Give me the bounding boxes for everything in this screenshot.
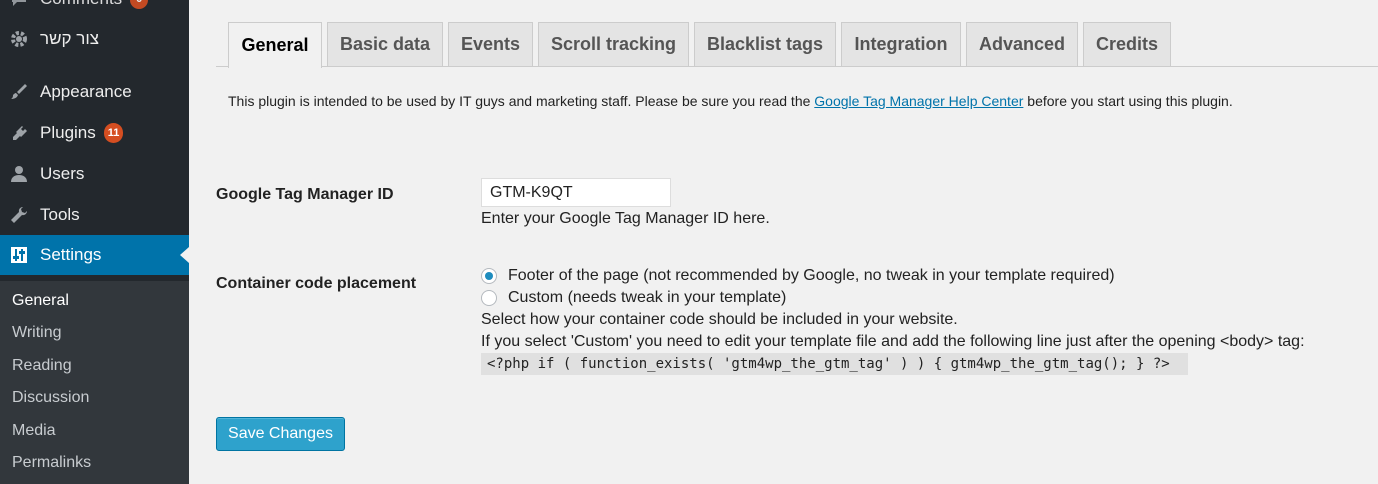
tab-integration[interactable]: Integration bbox=[841, 22, 961, 66]
radio-selected-dot bbox=[485, 272, 493, 280]
help-center-link[interactable]: Google Tag Manager Help Center bbox=[814, 93, 1023, 109]
intro-text: This plugin is intended to be used by IT… bbox=[228, 93, 1233, 109]
sidebar-item-label: Comments bbox=[40, 0, 122, 9]
custom-radio[interactable] bbox=[481, 290, 497, 306]
sidebar-item-label: צור קשר bbox=[40, 29, 100, 48]
sidebar-item-label: Users bbox=[40, 164, 85, 183]
sidebar-item-label: Tools bbox=[40, 205, 80, 224]
gtm-code-snippet: <?php if ( function_exists( 'gtm4wp_the_… bbox=[481, 353, 1188, 375]
submenu-item-permalinks[interactable]: Permalinks bbox=[12, 454, 91, 472]
sidebar-item-label: Settings bbox=[40, 245, 102, 264]
tab-basic-data[interactable]: Basic data bbox=[327, 22, 443, 66]
tab-general[interactable]: General bbox=[228, 22, 322, 68]
submenu-item-discussion[interactable]: Discussion bbox=[12, 389, 89, 407]
sidebar-item-label: Appearance bbox=[40, 82, 132, 101]
comment-icon bbox=[8, 0, 30, 10]
gtm-id-label: Google Tag Manager ID bbox=[216, 186, 394, 203]
sidebar-item-plugins[interactable]: Plugins 11 bbox=[0, 113, 189, 153]
plugin-icon bbox=[8, 122, 30, 144]
tab-blacklist-tags[interactable]: Blacklist tags bbox=[694, 22, 836, 66]
sidebar-item-users[interactable]: Users bbox=[0, 154, 189, 194]
wrench-icon bbox=[8, 204, 30, 226]
sidebar-item-comments[interactable]: Comments 0 bbox=[0, 0, 189, 19]
placement-custom-hint: If you select 'Custom' you need to edit … bbox=[481, 333, 1305, 350]
sidebar-item-contact[interactable]: צור קשר bbox=[0, 19, 189, 59]
plugins-update-badge: 11 bbox=[103, 123, 124, 143]
placement-description: Select how your container code should be… bbox=[481, 311, 958, 328]
paintbrush-icon bbox=[8, 81, 30, 103]
submenu-item-writing[interactable]: Writing bbox=[12, 324, 62, 342]
placement-option-custom[interactable]: Custom (needs tweak in your template) bbox=[481, 289, 786, 307]
user-icon bbox=[8, 163, 30, 185]
save-changes-button[interactable]: Save Changes bbox=[216, 417, 345, 451]
settings-submenu: General Writing Reading Discussion Media… bbox=[0, 281, 189, 484]
submenu-item-reading[interactable]: Reading bbox=[12, 357, 72, 375]
admin-sidebar: Comments 0 צור קשר Appearance Plugins 11… bbox=[0, 0, 189, 484]
tab-events[interactable]: Events bbox=[448, 22, 533, 66]
placement-option-footer[interactable]: Footer of the page (not recommended by G… bbox=[481, 267, 1115, 285]
active-indicator-arrow bbox=[180, 247, 189, 263]
intro-text-after: before you start using this plugin. bbox=[1023, 93, 1233, 109]
settings-sliders-icon bbox=[8, 244, 30, 266]
comments-count-badge: 0 bbox=[130, 0, 149, 9]
footer-radio-label[interactable]: Footer of the page (not recommended by G… bbox=[508, 267, 1115, 285]
gtm-id-description: Enter your Google Tag Manager ID here. bbox=[481, 210, 770, 227]
submenu-item-media[interactable]: Media bbox=[12, 422, 56, 440]
custom-radio-label[interactable]: Custom (needs tweak in your template) bbox=[508, 289, 786, 307]
gtm-id-input[interactable] bbox=[481, 178, 671, 207]
footer-radio[interactable] bbox=[481, 268, 497, 284]
sidebar-item-appearance[interactable]: Appearance bbox=[0, 72, 189, 112]
submenu-item-general[interactable]: General bbox=[12, 292, 69, 310]
tab-scroll-tracking[interactable]: Scroll tracking bbox=[538, 22, 689, 66]
sidebar-item-tools[interactable]: Tools bbox=[0, 195, 189, 235]
tab-advanced[interactable]: Advanced bbox=[966, 22, 1078, 66]
sidebar-item-settings[interactable]: Settings bbox=[0, 235, 189, 275]
gear-icon bbox=[8, 28, 30, 50]
placement-label: Container code placement bbox=[216, 275, 417, 292]
tabs-divider bbox=[216, 66, 1378, 67]
intro-text-before: This plugin is intended to be used by IT… bbox=[228, 93, 815, 109]
tab-credits[interactable]: Credits bbox=[1083, 22, 1171, 66]
sidebar-item-label: Plugins bbox=[40, 123, 96, 142]
